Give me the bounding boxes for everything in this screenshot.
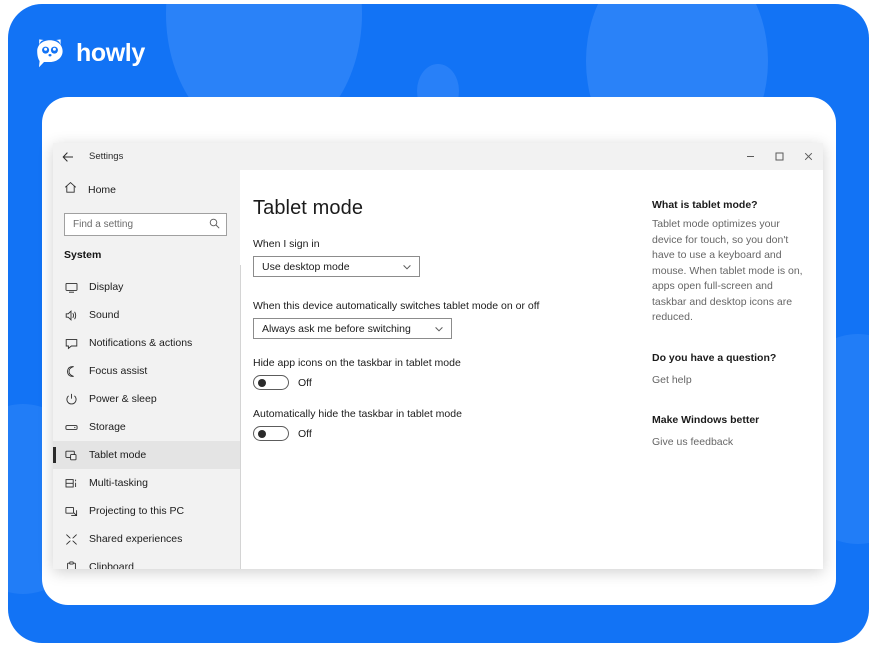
clipboard-icon — [64, 560, 78, 569]
home-icon — [64, 181, 77, 199]
window-titlebar: Settings — [53, 143, 823, 170]
sign-in-value: Use desktop mode — [262, 260, 350, 273]
notification-icon — [64, 337, 78, 350]
search-input[interactable] — [65, 214, 226, 235]
page-stage: howly Settings Home Find a setting Syste… — [0, 0, 877, 647]
help-panel: What is tablet mode? Tablet mode optimiz… — [638, 170, 823, 569]
sidebar-item-projecting-to-this-pc[interactable]: Projecting to this PC — [53, 497, 240, 525]
tablet-icon — [64, 449, 78, 462]
help-about-body: Tablet mode optimizes your device for to… — [652, 218, 803, 323]
auto-hide-taskbar-label: Automatically hide the taskbar in tablet… — [253, 408, 462, 420]
chevron-down-icon — [434, 324, 444, 334]
back-button[interactable] — [53, 143, 83, 170]
window-body: Home System — [53, 170, 823, 569]
toggle-knob — [257, 429, 266, 438]
sidebar-item-sound[interactable]: Sound — [53, 301, 240, 329]
brand-name: howly — [76, 38, 145, 67]
auto-switch-dropdown[interactable]: Always ask me before switching — [253, 318, 452, 339]
hide-app-icons-label: Hide app icons on the taskbar in tablet … — [253, 357, 461, 369]
auto-hide-taskbar-row: Off — [253, 426, 638, 441]
auto-hide-taskbar-state: Off — [298, 427, 312, 440]
sidebar-item-label: Power & sleep — [89, 393, 157, 405]
settings-sidebar: Home System — [53, 170, 240, 569]
sidebar-item-label: Display — [89, 281, 124, 293]
back-arrow-icon — [62, 151, 73, 162]
help-about-heading: What is tablet mode? — [652, 199, 758, 211]
sidebar-item-tablet-mode[interactable]: Tablet mode — [53, 441, 240, 469]
minimize-icon — [747, 156, 754, 157]
sidebar-nav-list: Display Sound Notifications & actions Fo… — [53, 273, 240, 569]
help-question-heading: Do you have a question? — [652, 351, 777, 364]
sign-in-dropdown[interactable]: Use desktop mode — [253, 256, 420, 277]
sidebar-item-shared-experiences[interactable]: Shared experiences — [53, 525, 240, 553]
sidebar-item-label: Projecting to this PC — [89, 505, 185, 517]
sidebar-item-label: Sound — [89, 309, 120, 321]
window-controls — [736, 143, 823, 170]
window-title: Settings — [89, 151, 124, 162]
sidebar-item-clipboard[interactable]: Clipboard — [53, 553, 240, 569]
page-title: Tablet mode — [253, 197, 364, 219]
hide-app-icons-state: Off — [298, 376, 312, 389]
help-question-block: Do you have a question? Get help — [652, 352, 807, 388]
hide-app-icons-toggle[interactable] — [253, 375, 289, 390]
sidebar-item-focus-assist[interactable]: Focus assist — [53, 357, 240, 385]
auto-hide-taskbar-toggle[interactable] — [253, 426, 289, 441]
moon-icon — [64, 365, 78, 378]
power-icon — [64, 393, 78, 406]
help-feedback-heading: Make Windows better — [652, 413, 760, 426]
hide-app-icons-row: Off — [253, 375, 638, 390]
sidebar-item-label: Shared experiences — [89, 533, 183, 545]
help-about-block: What is tablet mode? Tablet mode optimiz… — [652, 199, 807, 326]
brand-logo: howly — [33, 36, 145, 70]
settings-window: Settings Home Find a setting System Disp… — [53, 143, 823, 569]
sidebar-divider — [240, 265, 241, 569]
maximize-button[interactable] — [765, 143, 794, 170]
sidebar-group-title: System — [64, 249, 102, 261]
settings-content: Tablet mode When I sign in Use desktop m… — [240, 170, 823, 569]
owl-mascot-icon — [37, 39, 63, 68]
sidebar-item-label: Clipboard — [89, 561, 134, 569]
sign-in-label: When I sign in — [253, 238, 320, 250]
auto-switch-label: When this device automatically switches … — [253, 300, 540, 312]
sidebar-item-home[interactable]: Home — [53, 175, 240, 205]
sidebar-item-power-sleep[interactable]: Power & sleep — [53, 385, 240, 413]
multitasking-icon — [64, 477, 78, 490]
maximize-icon — [775, 152, 784, 161]
toggle-knob — [257, 378, 266, 387]
shared-icon — [64, 533, 78, 546]
minimize-button[interactable] — [736, 143, 765, 170]
chevron-down-icon — [402, 262, 412, 272]
get-help-link[interactable]: Get help — [652, 374, 692, 386]
home-label: Home — [88, 184, 117, 196]
project-screen-icon — [64, 505, 78, 518]
sidebar-item-label: Focus assist — [89, 365, 148, 377]
sidebar-item-label: Storage — [89, 421, 126, 433]
drive-icon — [64, 421, 78, 434]
sidebar-item-display[interactable]: Display — [53, 273, 240, 301]
auto-switch-value: Always ask me before switching — [262, 322, 411, 335]
speaker-icon — [64, 309, 78, 322]
help-feedback-block: Make Windows better Give us feedback — [652, 414, 807, 450]
sidebar-item-label: Multi-tasking — [89, 477, 148, 489]
sidebar-item-notifications[interactable]: Notifications & actions — [53, 329, 240, 357]
sidebar-item-label: Tablet mode — [89, 449, 147, 461]
sidebar-item-label: Notifications & actions — [89, 337, 193, 349]
close-button[interactable] — [794, 143, 823, 170]
sidebar-item-multi-tasking[interactable]: Multi-tasking — [53, 469, 240, 497]
search-box[interactable] — [64, 213, 227, 236]
tablet-mode-settings: Tablet mode When I sign in Use desktop m… — [240, 170, 638, 569]
close-icon — [804, 152, 813, 161]
give-feedback-link[interactable]: Give us feedback — [652, 436, 733, 448]
monitor-icon — [64, 281, 78, 294]
sidebar-item-storage[interactable]: Storage — [53, 413, 240, 441]
